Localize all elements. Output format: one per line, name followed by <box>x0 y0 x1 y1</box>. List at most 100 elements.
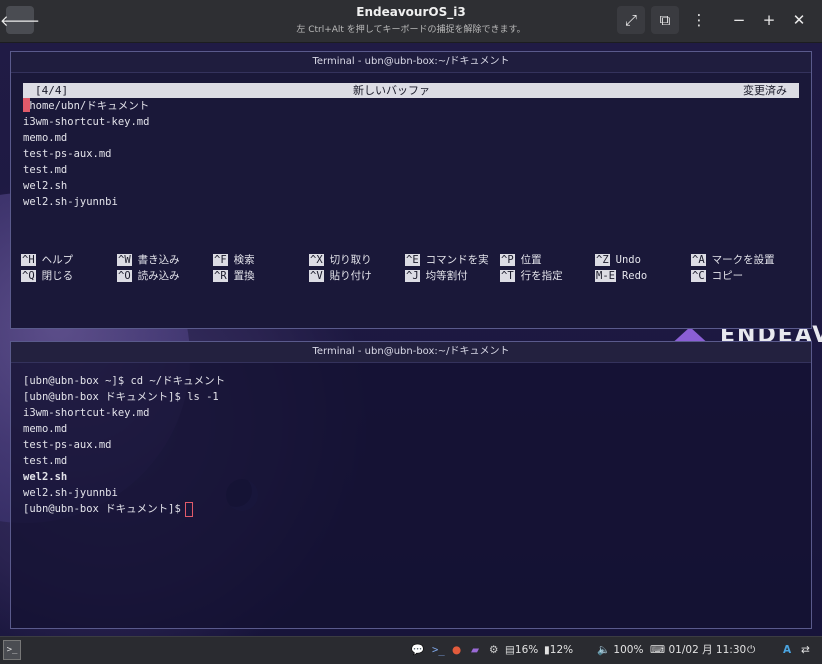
shortcut-key: ^R <box>213 270 228 282</box>
editor-line: memo.md <box>23 132 68 144</box>
cpu-icon: ▤ <box>505 644 515 656</box>
menu-button[interactable]: ⋮ <box>688 6 710 34</box>
power-icon[interactable]: ⏻ <box>747 642 755 658</box>
editor-line: wel2.sh-jyunnbi <box>23 196 118 208</box>
cpu-indicator: ▤16% <box>505 642 538 658</box>
volume-label: 100% <box>613 644 644 656</box>
nano-editor-area[interactable]: /home/ubn/ドキュメント i3wm-shortcut-key.md me… <box>11 98 811 210</box>
text-cursor <box>23 98 30 112</box>
volume-indicator[interactable]: 🔈 100% <box>597 642 643 658</box>
fullscreen-icon: ⤢ <box>624 11 637 29</box>
buffer-index: [4/4] <box>35 84 69 97</box>
shortcut-key: ^T <box>500 270 515 282</box>
shortcut-item: ^O 読み込み <box>117 268 180 284</box>
keyboard-capture-icon: ⧉ <box>659 11 671 29</box>
shortcut-label: 閉じる <box>41 270 74 282</box>
minimize-button[interactable]: − <box>728 6 750 34</box>
folder-icon[interactable]: ▰ <box>471 642 479 658</box>
modified-status: 変更済み <box>743 84 787 97</box>
text-cursor <box>184 501 193 517</box>
shortcut-label: 切り取り <box>329 254 372 266</box>
shortcut-label: Undo <box>615 254 641 266</box>
shortcut-item: ^H ヘルプ <box>21 252 73 268</box>
shell-line: i3wm-shortcut-key.md <box>23 407 150 419</box>
shell-line: [ubn@ubn-box ~]$ cd ~/ドキュメント <box>23 375 226 387</box>
shortcut-key: M-E <box>595 270 616 282</box>
terminal-window-nano[interactable]: Terminal - ubn@ubn-box:~/ドキュメント [4/4] 新し… <box>10 51 812 329</box>
shortcut-item: ^T 行を指定 <box>500 268 563 284</box>
buffer-name: 新しいバッファ <box>353 84 430 97</box>
shortcut-key: ^J <box>405 270 420 282</box>
shell-line: test.md <box>23 455 68 467</box>
fullscreen-button[interactable]: ⤢ <box>617 6 645 34</box>
firefox-icon[interactable]: ● <box>452 642 461 658</box>
shortcut-item: ^Z Undo <box>595 252 641 268</box>
shortcut-item: ^V 貼り付け <box>309 268 372 284</box>
settings-icon[interactable]: ⚙ <box>489 642 498 658</box>
shortcut-label: コマンドを実 <box>425 254 489 266</box>
kebab-menu-icon: ⋮ <box>691 11 707 29</box>
shortcut-item: ^Q 閉じる <box>21 268 73 284</box>
editor-line: test.md <box>23 164 68 176</box>
shortcut-row: ^H ヘルプ ^W 書き込み ^F 検索 ^X 切り取り ^E コマンドを実 ^P 位置 ^Z Undo ^… <box>11 252 811 268</box>
shortcut-label: マークを設置 <box>711 254 775 266</box>
shortcut-label: ヘルプ <box>41 254 74 266</box>
shortcut-key: ^A <box>691 254 706 266</box>
close-button[interactable]: ✕ <box>788 6 810 34</box>
terminal-window-shell[interactable]: Terminal - ubn@ubn-box:~/ドキュメント [ubn@ubn… <box>10 341 812 629</box>
maximize-button[interactable]: + <box>758 6 780 34</box>
clock[interactable]: ⌨ 01/02 月 11:30 <box>650 642 746 658</box>
shortcut-item: ^F 検索 <box>213 252 255 268</box>
shell-line: memo.md <box>23 423 68 435</box>
shell-line: wel2.sh-jyunnbi <box>23 487 118 499</box>
shortcut-row: ^Q 閉じる ^O 読み込み ^R 置換 ^V 貼り付け ^J 均等割付 ^T 行を指定 M-E Redo… <box>11 268 811 284</box>
network-icon[interactable]: ⇄ <box>801 642 810 658</box>
language-icon[interactable]: A <box>783 642 791 658</box>
shortcut-label: 均等割付 <box>425 270 468 282</box>
shortcut-key: ^P <box>500 254 515 266</box>
shortcut-item: ^X 切り取り <box>309 252 372 268</box>
maximize-icon: + <box>762 11 776 29</box>
terminal-launcher-icon: >_ <box>6 645 18 655</box>
volume-icon: 🔈 <box>597 644 611 656</box>
launcher-button[interactable]: >_ <box>3 640 21 660</box>
shortcut-label: Redo <box>621 270 648 282</box>
terminal-title: Terminal - ubn@ubn-box:~/ドキュメント <box>11 52 811 73</box>
shortcut-item: ^P 位置 <box>500 252 542 268</box>
shell-prompt: [ubn@ubn-box ドキュメント]$ <box>23 503 181 515</box>
terminal-icon[interactable]: >_ <box>432 642 445 658</box>
shortcut-item: ^R 置換 <box>213 268 255 284</box>
shortcut-key: ^H <box>21 254 36 266</box>
shortcut-item: M-E Redo <box>595 268 647 284</box>
memory-indicator: ▮12% <box>544 642 573 658</box>
memory-label: 12% <box>549 644 574 656</box>
shortcut-key: ^F <box>213 254 228 266</box>
keyboard-capture-button[interactable]: ⧉ <box>651 6 679 34</box>
chat-icon[interactable]: 💬 <box>411 642 424 658</box>
shortcut-key: ^O <box>117 270 132 282</box>
shortcut-item: ^J 均等割付 <box>405 268 468 284</box>
shortcut-key: ^X <box>309 254 324 266</box>
shell-line: wel2.sh <box>23 471 68 483</box>
shortcut-key: ^E <box>405 254 420 266</box>
shortcut-key: ^C <box>691 270 706 282</box>
editor-line: /home/ubn/ドキュメント <box>23 98 150 112</box>
shell-line: test-ps-aux.md <box>23 439 112 451</box>
shortcut-label: 書き込み <box>137 254 180 266</box>
keyboard-icon: ⌨ <box>650 644 666 656</box>
shortcut-label: 行を指定 <box>520 270 563 282</box>
datetime-label: 01/02 月 11:30 <box>668 644 747 656</box>
shortcut-label: コピー <box>711 270 744 282</box>
shortcut-item: ^C コピー <box>691 268 743 284</box>
editor-line: test-ps-aux.md <box>23 148 112 160</box>
desktop: ENDEAVO Terminal - ubn@ubn-box:~/ドキュメント … <box>0 43 822 636</box>
nano-header: [4/4] 新しいバッファ 変更済み <box>23 83 799 98</box>
shortcut-item: ^A マークを設置 <box>691 252 775 268</box>
shortcut-label: 読み込み <box>137 270 180 282</box>
shortcut-key: ^W <box>117 254 132 266</box>
shortcut-key: ^Z <box>595 254 610 266</box>
terminal-title: Terminal - ubn@ubn-box:~/ドキュメント <box>11 342 811 363</box>
shortcut-item: ^E コマンドを実 <box>405 252 489 268</box>
shell-prompt-line[interactable]: [ubn@ubn-box ドキュメント]$ <box>23 501 799 517</box>
shell-output[interactable]: [ubn@ubn-box ~]$ cd ~/ドキュメント [ubn@ubn-bo… <box>11 363 811 517</box>
